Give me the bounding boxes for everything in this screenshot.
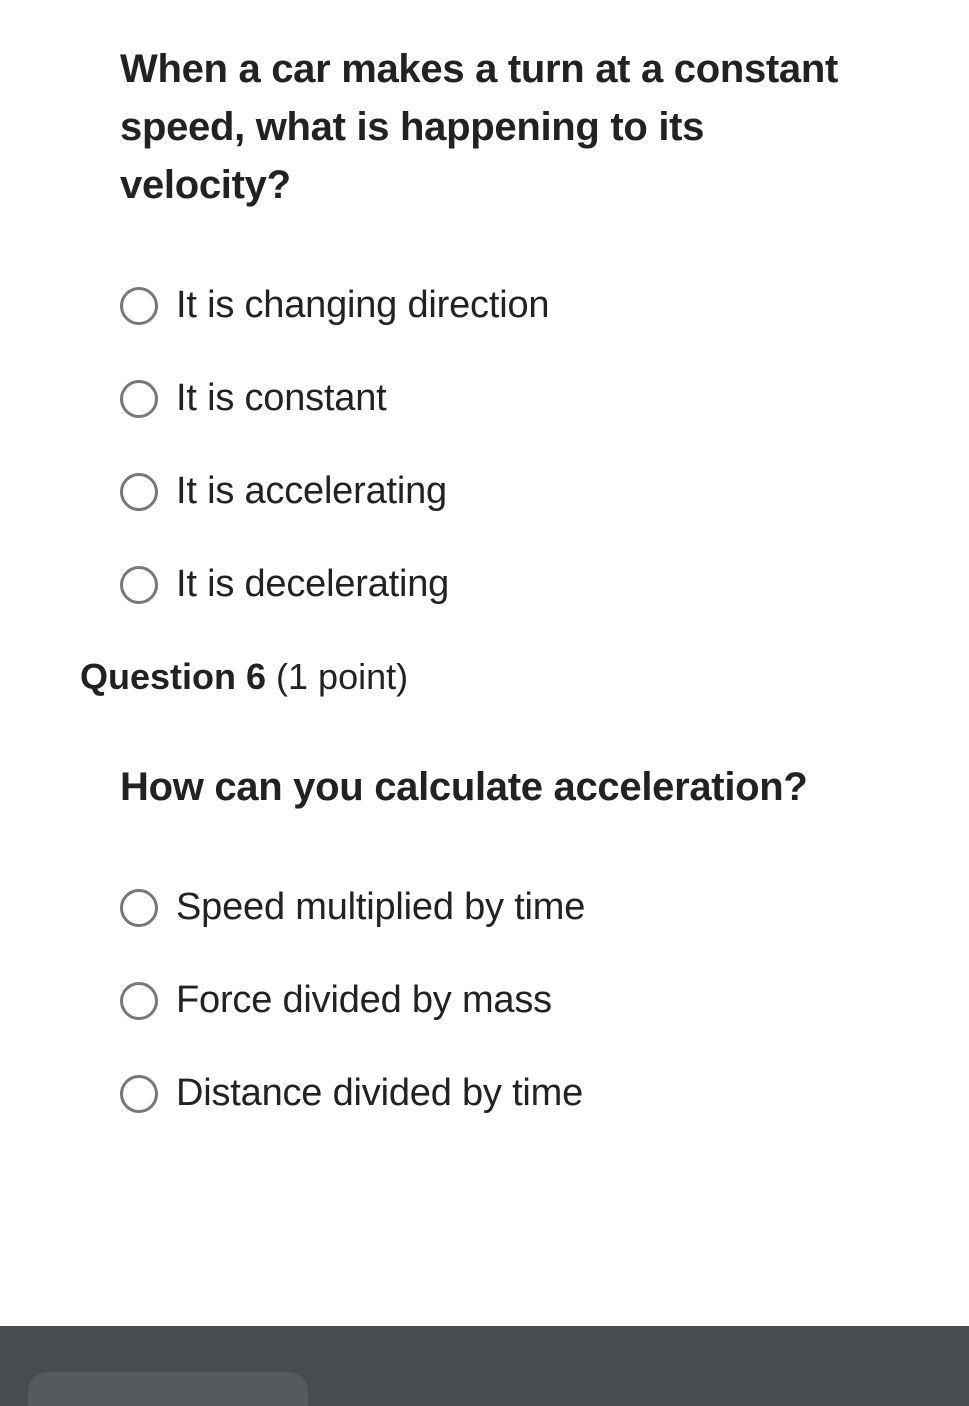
question-6-header: Question 6 (1 point) — [80, 656, 889, 698]
option-label: It is changing direction — [176, 284, 549, 327]
option-label: Speed multiplied by time — [176, 886, 585, 929]
bottom-bar-tab[interactable] — [28, 1372, 308, 1406]
radio-option[interactable]: Force divided by mass — [120, 979, 889, 1022]
question-6-options: Speed multiplied by time Force divided b… — [120, 886, 889, 1115]
quiz-content: When a car makes a turn at a constant sp… — [0, 0, 969, 1115]
option-label: It is decelerating — [176, 563, 449, 606]
radio-option[interactable]: It is decelerating — [120, 563, 889, 606]
radio-circle-icon — [120, 473, 158, 511]
radio-circle-icon — [120, 566, 158, 604]
radio-circle-icon — [120, 889, 158, 927]
radio-circle-icon — [120, 380, 158, 418]
radio-option[interactable]: It is constant — [120, 377, 889, 420]
radio-circle-icon — [120, 982, 158, 1020]
question-number: Question 6 — [80, 656, 266, 697]
question-6-text: How can you calculate acceleration? — [120, 758, 879, 816]
radio-option[interactable]: Distance divided by time — [120, 1072, 889, 1115]
option-label: It is constant — [176, 377, 387, 420]
radio-circle-icon — [120, 1075, 158, 1113]
option-label: It is accelerating — [176, 470, 447, 513]
question-points: (1 point) — [266, 656, 408, 697]
question-5-options: It is changing direction It is constant … — [120, 284, 889, 606]
question-5-text: When a car makes a turn at a constant sp… — [120, 40, 879, 214]
option-label: Force divided by mass — [176, 979, 552, 1022]
radio-circle-icon — [120, 287, 158, 325]
option-label: Distance divided by time — [176, 1072, 583, 1115]
radio-option[interactable]: It is changing direction — [120, 284, 889, 327]
radio-option[interactable]: It is accelerating — [120, 470, 889, 513]
bottom-bar — [0, 1326, 969, 1406]
radio-option[interactable]: Speed multiplied by time — [120, 886, 889, 929]
